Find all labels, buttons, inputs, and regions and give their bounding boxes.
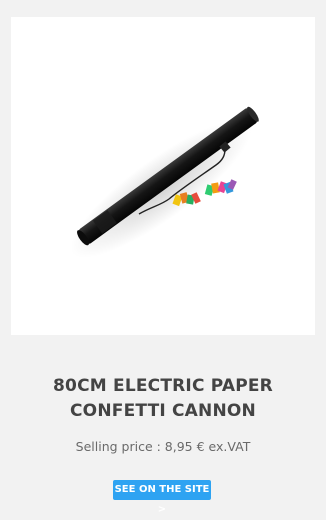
product-image[interactable] — [11, 17, 315, 335]
see-on-site-button[interactable]: SEE ON THE SITE > — [113, 480, 211, 515]
product-card: 80CM ELECTRIC PAPER CONFETTI CANNON Sell… — [11, 9, 315, 515]
product-title-line2: CONFETTI CANNON — [70, 401, 256, 421]
product-title: 80CM ELECTRIC PAPER CONFETTI CANNON — [11, 374, 315, 424]
confetti-cannon-illustration — [70, 106, 259, 259]
product-price: Selling price : 8,95 € ex.VAT — [75, 439, 251, 454]
product-title-line1: 80CM ELECTRIC PAPER — [53, 376, 273, 396]
